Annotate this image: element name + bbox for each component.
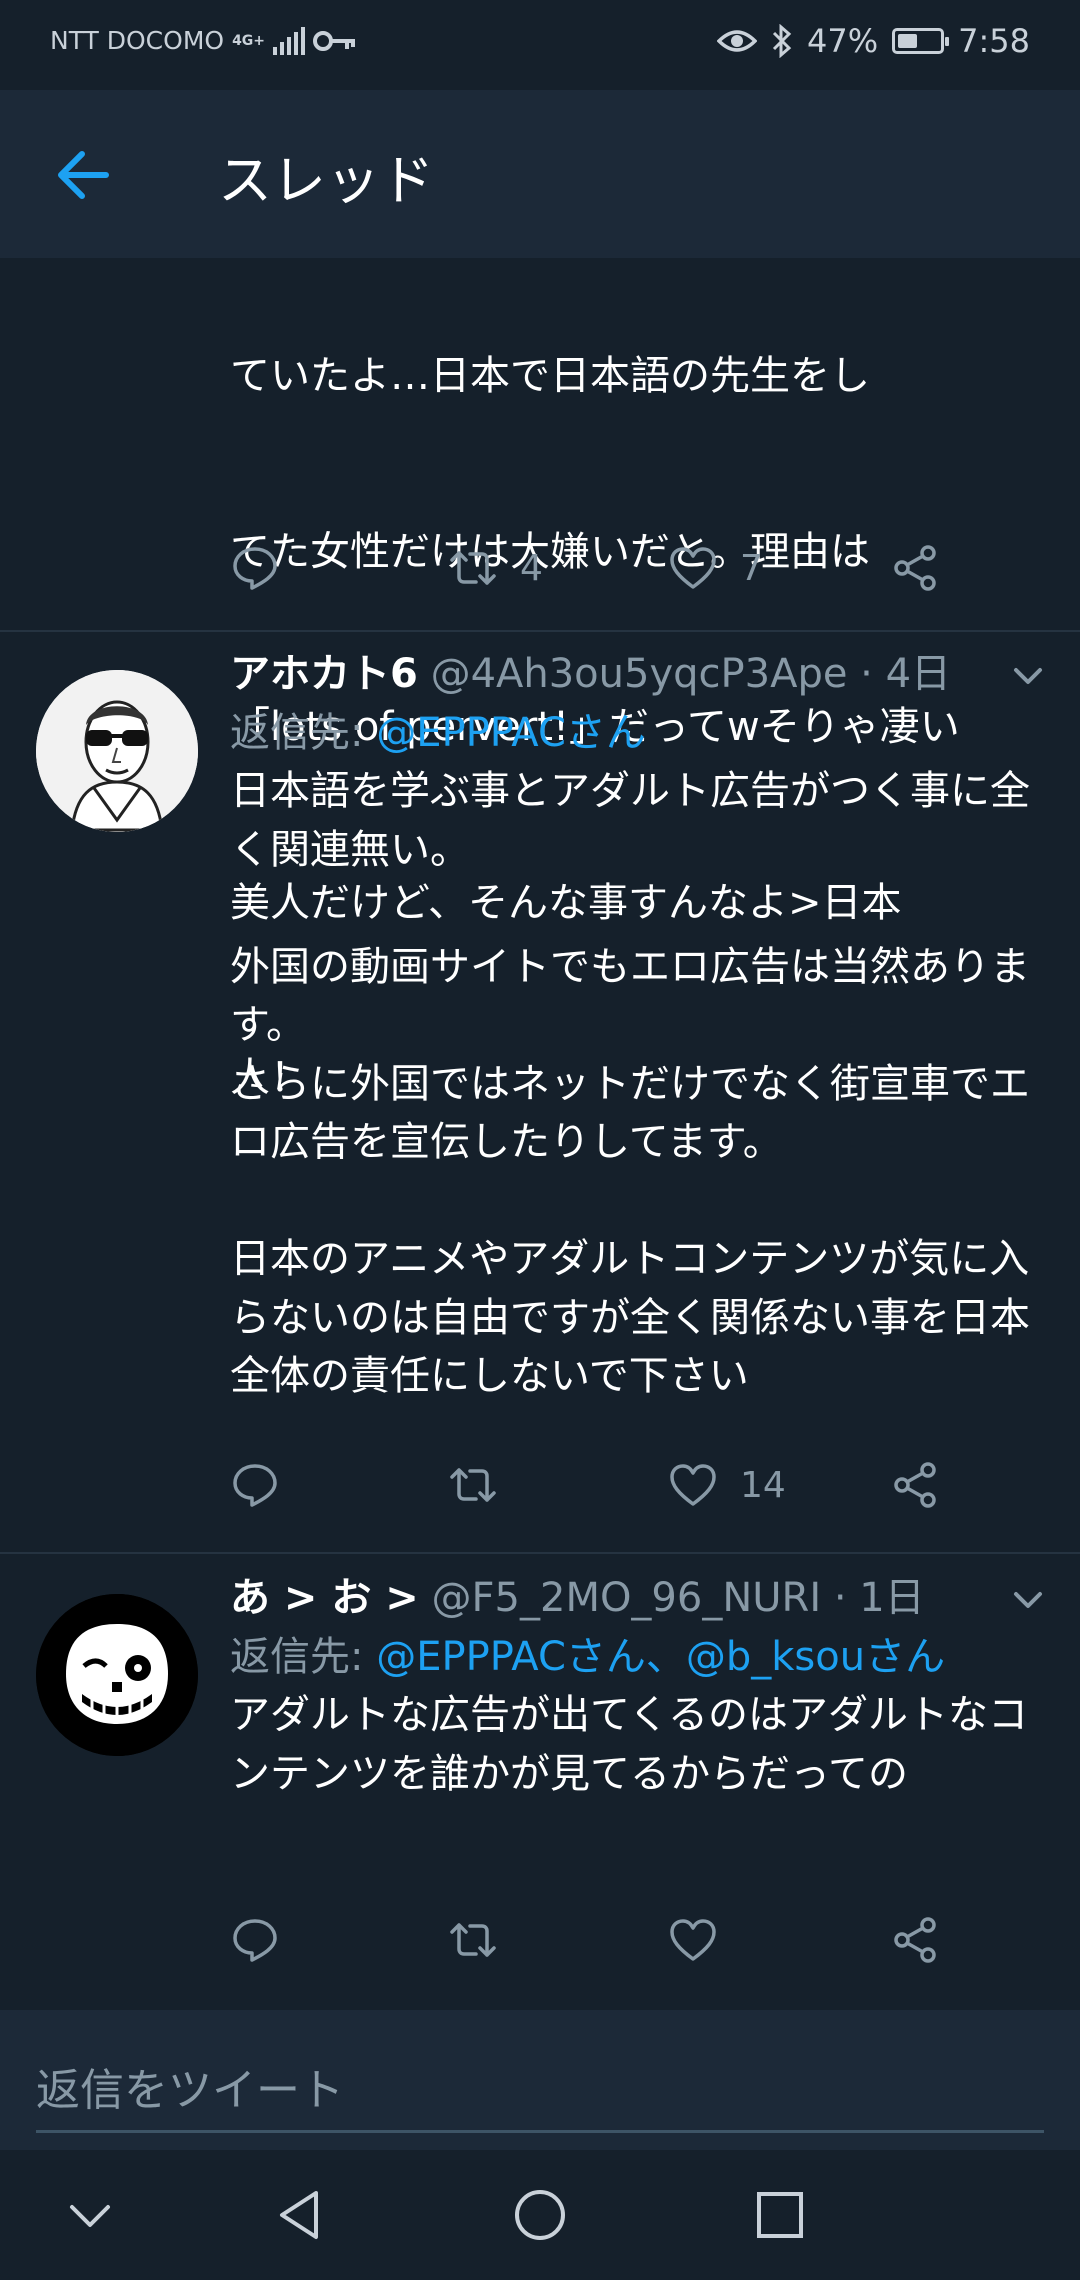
key-icon [313, 30, 356, 51]
like-button[interactable]: 14 [668, 1455, 786, 1515]
eye-icon [717, 30, 758, 52]
tweet-time: 4日 [885, 651, 952, 697]
retweet-count: 4 [520, 547, 543, 589]
reply-icon [233, 1919, 277, 1962]
chevron-down-icon[interactable] [1008, 1580, 1048, 1620]
tweet-time: 1日 [859, 1575, 925, 1621]
separator-dot: · [833, 1575, 847, 1621]
carrier-label: NTT DOCOMO [50, 26, 225, 55]
reply-input[interactable]: 返信をツイート [36, 2054, 344, 2118]
author-handle[interactable]: @F5_2MO_96_NURI [432, 1575, 822, 1621]
avatar-image [36, 670, 198, 832]
circle-home-icon[interactable] [510, 2185, 570, 2245]
heart-icon [670, 1919, 716, 1961]
like-button[interactable] [668, 1910, 718, 1970]
author-name[interactable]: アホカト6 [230, 651, 418, 697]
retweet-icon [450, 1468, 496, 1502]
battery-percent: 47% [807, 22, 879, 60]
tweet-item[interactable]: アホカト6 @4Ah3ou5yqcP3Ape · 4日 返信先: @EPPPAC… [0, 630, 1080, 1554]
heart-icon [670, 547, 716, 589]
share-icon [894, 545, 936, 591]
tweet-item[interactable]: あ > お > @F5_2MO_96_NURI · 1日 返信先: @EPPPA… [0, 1554, 1080, 2010]
reply-to-line: 返信先: @EPPPACさん、@b_ksouさん [230, 1628, 945, 1686]
tweet-header: アホカト6 @4Ah3ou5yqcP3Ape · 4日 [230, 648, 951, 700]
status-left: NTT DOCOMO 4G+ [50, 26, 357, 55]
status-right: 47% 7:58 [717, 22, 1030, 60]
input-underline [36, 2130, 1044, 2133]
share-button[interactable] [890, 538, 940, 598]
reply-to-line: 返信先: @EPPPACさん [230, 704, 646, 762]
reply-composer[interactable]: 返信をツイート [0, 2010, 1080, 2150]
tweet-item[interactable]: ていたよ…日本で日本語の先生をし てた女性だけは大嫌いだと。理由は 「lots … [0, 258, 1080, 1101]
author-handle[interactable]: @4Ah3ou5yqcP3Ape [431, 651, 848, 697]
share-button[interactable] [890, 1455, 940, 1515]
thread-feed[interactable]: ていたよ…日本で日本語の先生をし てた女性だけは大嫌いだと。理由は 「lots … [0, 258, 1080, 2010]
retweet-button[interactable]: 4 [448, 538, 543, 598]
avatar[interactable] [36, 670, 198, 832]
reply-mention-link[interactable]: @EPPPACさん、@b_ksouさん [376, 1634, 945, 1680]
tweet-text: 日本語を学ぶ事とアダルト広告がつく事に全く関連無い。 外国の動画サイトでもエロ広… [230, 768, 1030, 1399]
reply-button[interactable] [230, 538, 280, 598]
share-button[interactable] [890, 1910, 940, 1970]
system-nav-bar [0, 2150, 1080, 2280]
retweet-button[interactable] [448, 1910, 498, 1970]
page-title: スレッド [218, 149, 434, 212]
reply-button[interactable] [230, 1455, 280, 1515]
app-header: スレッド [0, 90, 1080, 258]
reply-icon [233, 1464, 277, 1507]
network-type: 4G+ [232, 32, 266, 49]
like-count: 14 [740, 1464, 786, 1506]
square-recent-icon[interactable] [750, 2185, 810, 2245]
avatar-image [36, 1594, 198, 1756]
share-icon [894, 1462, 936, 1508]
back-arrow-icon[interactable] [50, 140, 120, 210]
reply-prefix: 返信先: [230, 1634, 364, 1680]
reply-prefix: 返信先: [230, 710, 364, 756]
reply-icon [233, 547, 277, 590]
retweet-button[interactable] [448, 1455, 498, 1515]
retweet-icon [450, 551, 496, 585]
author-name[interactable]: あ > お > [230, 1575, 419, 1621]
avatar[interactable] [36, 1594, 198, 1756]
status-bar: NTT DOCOMO 4G+ 47% 7:58 [0, 0, 1080, 90]
tweet-actions: 14 [0, 1455, 1080, 1515]
triangle-back-icon[interactable] [270, 2185, 330, 2245]
chevron-down-icon[interactable] [1008, 656, 1048, 696]
retweet-icon [450, 1923, 496, 1957]
signal-icon [273, 26, 306, 55]
battery-icon [892, 28, 950, 54]
tweet-text: アダルトな広告が出てくるのはアダルトなコンテンツを誰かが見てるからだっての [230, 1692, 1028, 1797]
reply-mention-link[interactable]: @EPPPACさん [376, 710, 646, 756]
like-count: 7 [740, 547, 763, 589]
share-icon [894, 1917, 936, 1963]
separator-dot: · [860, 651, 873, 697]
chevron-down-icon[interactable] [60, 2185, 120, 2245]
tweet-text-line: ていたよ…日本で日本語の先生をし [230, 353, 870, 399]
bluetooth-icon [772, 24, 792, 58]
tweet-header: あ > お > @F5_2MO_96_NURI · 1日 [230, 1572, 925, 1624]
clock: 7:58 [958, 22, 1030, 60]
like-button[interactable]: 7 [668, 538, 763, 598]
tweet-actions: 4 7 [0, 538, 1080, 598]
heart-icon [670, 1464, 716, 1506]
reply-button[interactable] [230, 1910, 280, 1970]
tweet-actions [0, 1910, 1080, 1970]
